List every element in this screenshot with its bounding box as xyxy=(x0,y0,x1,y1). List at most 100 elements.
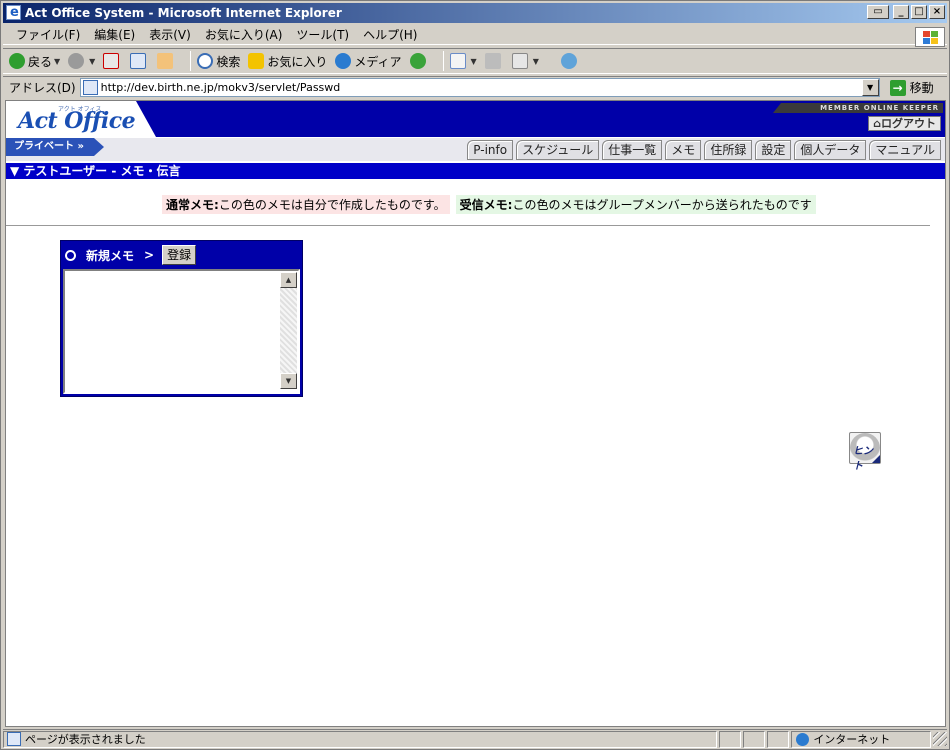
home-icon: ⌂ xyxy=(873,117,881,130)
edit-icon xyxy=(511,53,528,69)
media-icon xyxy=(335,53,352,69)
menu-bar: ファイル(F) 編集(E) 表示(V) お気に入り(A) ツール(T) ヘルプ(… xyxy=(3,25,947,45)
refresh-button[interactable] xyxy=(130,53,149,69)
resize-grip[interactable] xyxy=(933,732,947,746)
menu-file[interactable]: ファイル(F) xyxy=(9,26,87,43)
language-bar-icon[interactable]: ▭ xyxy=(867,5,889,19)
memo-scrollbar[interactable]: ▲ ▼ xyxy=(280,272,297,389)
status-message: ページが表示されました xyxy=(3,730,718,748)
address-label: アドレス(D) xyxy=(9,81,76,95)
logout-button[interactable]: ⌂ログアウト xyxy=(868,116,941,131)
refresh-icon xyxy=(130,53,147,69)
ie-icon xyxy=(6,3,21,23)
memo-header: 新規メモ > 登録 xyxy=(61,241,302,269)
menu-edit[interactable]: 編集(E) xyxy=(87,26,142,43)
site-logo: Act Office xyxy=(18,108,136,134)
printer-icon xyxy=(484,53,501,69)
nav-tab-memo[interactable]: メモ xyxy=(665,140,702,160)
memo-arrow: > xyxy=(144,248,155,262)
site-tagline: MEMBER ONLINE KEEPER xyxy=(773,103,943,113)
nav-tabs: P-info スケジュール 仕事一覧 メモ 住所録 設定 個人データ マニュアル xyxy=(467,140,941,160)
go-button[interactable]: → 移動 xyxy=(889,79,934,96)
windows-logo-icon xyxy=(915,27,945,47)
print-button[interactable] xyxy=(484,53,504,69)
nav-tab-personal-data[interactable]: 個人データ xyxy=(794,140,867,160)
media-button[interactable]: メディア xyxy=(335,53,402,70)
double-chevron-icon: » xyxy=(74,141,84,152)
window-title: Act Office System - Microsoft Internet E… xyxy=(25,6,342,20)
forward-button[interactable]: ▼ xyxy=(68,53,95,69)
nav-tab-manual[interactable]: マニュアル xyxy=(869,140,941,160)
dropdown-arrow-icon: ▼ xyxy=(470,56,477,66)
window-controls: ▭ _ □ × xyxy=(867,5,945,19)
mail-button[interactable]: ▼ xyxy=(449,53,477,69)
section-title: ▼ テストユーザー - メモ・伝言 xyxy=(6,163,945,179)
minimize-button[interactable]: _ xyxy=(893,5,909,19)
register-button[interactable]: 登録 xyxy=(162,245,197,265)
memo-textarea[interactable] xyxy=(67,273,279,389)
private-tab[interactable]: プライベート » xyxy=(6,138,104,156)
menu-view[interactable]: 表示(V) xyxy=(142,26,198,43)
home-button[interactable] xyxy=(157,53,176,69)
address-input[interactable] xyxy=(100,81,861,94)
logo-area: アクト オフィス Act Office xyxy=(6,101,156,137)
dropdown-arrow-icon: ▼ xyxy=(89,56,96,66)
nav-tab-schedule[interactable]: スケジュール xyxy=(516,140,600,160)
security-zone: インターネット xyxy=(791,730,932,748)
title-bar: Act Office System - Microsoft Internet E… xyxy=(3,3,947,23)
site-nav: プライベート » P-info スケジュール 仕事一覧 メモ 住所録 設定 個人… xyxy=(6,137,945,161)
page-icon xyxy=(82,80,98,95)
scroll-up-icon[interactable]: ▲ xyxy=(280,272,297,288)
forward-arrow-icon xyxy=(68,53,85,69)
back-arrow-icon xyxy=(9,53,25,69)
site-header: アクト オフィス Act Office MEMBER ONLINE KEEPER… xyxy=(6,101,945,137)
home-icon xyxy=(157,53,174,69)
history-icon xyxy=(409,53,426,69)
search-button[interactable]: 検索 xyxy=(197,53,240,70)
search-icon xyxy=(197,53,214,69)
stop-button[interactable] xyxy=(103,53,122,69)
history-button[interactable] xyxy=(409,53,429,69)
address-bar: アドレス(D) ▼ → 移動 xyxy=(3,76,947,98)
star-icon xyxy=(248,53,265,69)
maximize-button[interactable]: □ xyxy=(911,5,927,19)
browser-window: Act Office System - Microsoft Internet E… xyxy=(0,0,950,750)
dropdown-arrow-icon: ▼ xyxy=(532,56,539,66)
toolbar-separator xyxy=(190,51,192,71)
scroll-down-icon[interactable]: ▼ xyxy=(280,373,297,389)
address-dropdown-button[interactable]: ▼ xyxy=(861,79,879,96)
nav-tab-tasks[interactable]: 仕事一覧 xyxy=(602,140,663,160)
globe-icon xyxy=(796,732,810,746)
stop-icon xyxy=(103,53,120,69)
status-cell xyxy=(767,730,790,748)
nav-tab-settings[interactable]: 設定 xyxy=(755,140,792,160)
edit-button[interactable]: ▼ xyxy=(511,53,539,69)
menu-tools[interactable]: ツール(T) xyxy=(289,26,356,43)
dropdown-arrow-icon: ▼ xyxy=(54,56,61,66)
messenger-button[interactable] xyxy=(560,53,580,69)
page-icon xyxy=(7,732,21,746)
memo-color-legend: 通常メモ:この色のメモは自分で作成したものです。 受信メモ:この色のメモはグルー… xyxy=(162,195,816,214)
toolbar-separator xyxy=(442,51,444,71)
mail-icon xyxy=(449,53,466,69)
menu-favorites[interactable]: お気に入り(A) xyxy=(198,26,290,43)
nav-tab-pinfo[interactable]: P-info xyxy=(467,140,514,160)
memo-body: ▲ ▼ xyxy=(63,269,300,394)
status-cell xyxy=(719,730,742,748)
close-button[interactable]: × xyxy=(929,5,945,19)
circle-icon xyxy=(65,249,76,261)
favorites-button[interactable]: お気に入り xyxy=(248,53,327,70)
go-arrow-icon: → xyxy=(889,79,906,96)
messenger-icon xyxy=(560,53,577,69)
hint-icon[interactable]: ヒント xyxy=(849,432,881,472)
address-box: ▼ xyxy=(79,78,880,97)
legend-normal: 通常メモ:この色のメモは自分で作成したものです。 xyxy=(162,195,450,214)
menu-help[interactable]: ヘルプ(H) xyxy=(356,26,424,43)
nav-tab-addressbook[interactable]: 住所録 xyxy=(704,140,753,160)
new-memo-panel: 新規メモ > 登録 ▲ ▼ xyxy=(60,240,303,397)
divider xyxy=(6,225,930,226)
memo-title: 新規メモ xyxy=(86,248,135,263)
page-viewport: アクト オフィス Act Office MEMBER ONLINE KEEPER… xyxy=(5,100,946,727)
back-button[interactable]: 戻る ▼ xyxy=(9,53,60,70)
hint-corner xyxy=(872,455,880,463)
